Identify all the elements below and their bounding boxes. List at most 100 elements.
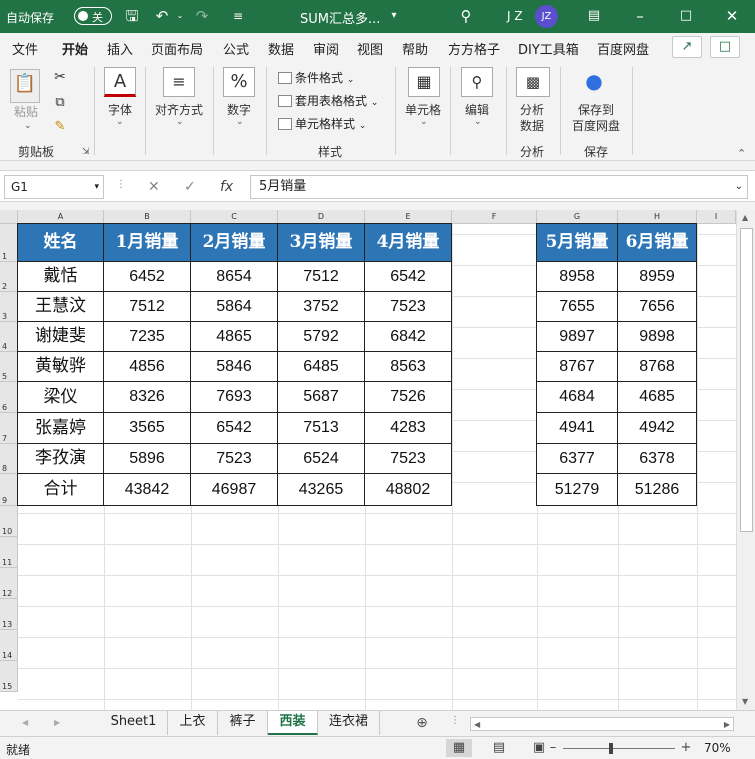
baidu-netdisk-icon[interactable]: ● <box>584 71 604 91</box>
value-cell[interactable]: 43842 <box>104 474 191 506</box>
table-format-button[interactable]: 套用表格格式 ⌄ <box>278 92 378 109</box>
name-cell[interactable]: 王慧汶 <box>18 292 104 322</box>
tab-help[interactable]: 帮助 <box>402 39 428 58</box>
value-cell[interactable]: 7523 <box>365 292 452 322</box>
number-label[interactable]: 数字 <box>227 101 251 118</box>
value-cell[interactable]: 8768 <box>618 352 697 382</box>
cell-styles-button[interactable]: 单元格样式 ⌄ <box>278 115 366 132</box>
value-cell[interactable]: 51286 <box>618 474 697 506</box>
edit-label[interactable]: 编辑 <box>465 101 489 118</box>
extra-sales-header-cell[interactable]: 5月销量 <box>537 224 618 262</box>
column-header-e[interactable]: E <box>365 210 452 224</box>
name-cell[interactable]: 梁仪 <box>18 382 104 413</box>
value-cell[interactable]: 7512 <box>278 262 365 292</box>
analyze-data-icon[interactable]: ▩ <box>516 67 550 97</box>
value-cell[interactable]: 6542 <box>365 262 452 292</box>
format-painter-icon[interactable]: ✎ <box>50 117 70 137</box>
name-cell[interactable]: 合计 <box>18 474 104 506</box>
value-cell[interactable]: 3752 <box>278 292 365 322</box>
avatar[interactable]: JZ <box>535 5 558 28</box>
value-cell[interactable]: 8958 <box>537 262 618 292</box>
value-cell[interactable]: 6842 <box>365 322 452 352</box>
expand-formula-icon[interactable]: ⌄ <box>735 176 743 198</box>
value-cell[interactable]: 4684 <box>537 382 618 413</box>
tab-page-layout[interactable]: 页面布局 <box>151 39 203 58</box>
sales-header-cell[interactable]: 4月销量 <box>365 224 452 262</box>
tab-file[interactable]: 文件 <box>12 39 38 58</box>
tab-insert[interactable]: 插入 <box>107 39 133 58</box>
value-cell[interactable]: 4942 <box>618 413 697 444</box>
value-cell[interactable]: 6524 <box>278 444 365 474</box>
column-header-h[interactable]: H <box>618 210 697 224</box>
value-cell[interactable]: 6452 <box>104 262 191 292</box>
customize-icon[interactable]: ≡ <box>228 6 248 26</box>
value-cell[interactable]: 7656 <box>618 292 697 322</box>
scroll-left-icon[interactable]: ◀ <box>474 720 480 729</box>
column-header-d[interactable]: D <box>278 210 365 224</box>
row-header-5[interactable]: 5 <box>0 352 18 382</box>
row-header-12[interactable]: 12 <box>0 568 18 599</box>
conditional-format-button[interactable]: 条件格式 ⌄ <box>278 69 354 86</box>
align-icon[interactable]: ≡ <box>163 67 195 97</box>
name-cell[interactable]: 张嘉婷 <box>18 413 104 444</box>
tab-data[interactable]: 数据 <box>268 39 294 58</box>
value-cell[interactable]: 9897 <box>537 322 618 352</box>
worksheet-grid[interactable]: A B C D E F G H I 1 2 3 4 5 6 7 8 9 10 11 12 13 14 15 姓名 1月销量 2月销量… <box>0 210 755 710</box>
close-icon[interactable]: ✕ <box>722 6 742 26</box>
row-header-7[interactable]: 7 <box>0 413 18 444</box>
scroll-up-icon[interactable]: ▲ <box>742 213 748 222</box>
analyze-label-2[interactable]: 数据 <box>520 117 544 134</box>
tab-home[interactable]: 开始 <box>62 39 89 64</box>
align-dropdown-icon[interactable]: ⌄ <box>176 117 184 127</box>
scroll-right-icon[interactable]: ▶ <box>724 720 730 729</box>
page-layout-view-icon[interactable]: ▤ <box>486 739 512 757</box>
value-cell[interactable]: 7513 <box>278 413 365 444</box>
value-cell[interactable]: 7235 <box>104 322 191 352</box>
value-cell[interactable]: 9898 <box>618 322 697 352</box>
collapse-ribbon-icon[interactable]: ⌃ <box>737 147 746 160</box>
value-cell[interactable]: 7693 <box>191 382 278 413</box>
edit-dropdown-icon[interactable]: ⌄ <box>474 117 482 127</box>
row-header-11[interactable]: 11 <box>0 537 18 568</box>
value-cell[interactable]: 48802 <box>365 474 452 506</box>
tab-view[interactable]: 视图 <box>357 39 383 58</box>
row-header-6[interactable]: 6 <box>0 382 18 413</box>
tab-review[interactable]: 审阅 <box>313 39 339 58</box>
name-cell[interactable]: 李孜演 <box>18 444 104 474</box>
confirm-icon[interactable]: ✓ <box>184 179 196 195</box>
value-cell[interactable]: 8959 <box>618 262 697 292</box>
search-icon[interactable]: ⚲ <box>456 6 476 26</box>
column-header-c[interactable]: C <box>191 210 278 224</box>
name-cell[interactable]: 谢婕斐 <box>18 322 104 352</box>
save-icon[interactable]: 🖫 <box>122 6 142 26</box>
comment-icon[interactable]: □ <box>710 36 740 58</box>
value-cell[interactable]: 6542 <box>191 413 278 444</box>
chevron-down-icon[interactable]: ▾ <box>94 176 99 198</box>
ribbon-display-icon[interactable]: ▤ <box>584 6 604 26</box>
value-cell[interactable]: 5792 <box>278 322 365 352</box>
zoom-out-icon[interactable]: – <box>545 739 561 757</box>
row-header-10[interactable]: 10 <box>0 506 18 537</box>
sheet-options-icon[interactable]: ⋮ <box>450 715 460 726</box>
horizontal-scrollbar[interactable]: ◀ ▶ <box>470 717 734 731</box>
row-header-15[interactable]: 15 <box>0 661 18 692</box>
value-cell[interactable]: 8326 <box>104 382 191 413</box>
tab-fangfang[interactable]: 方方格子 <box>448 39 500 58</box>
next-sheet-icon[interactable]: ▶ <box>54 718 60 727</box>
align-label[interactable]: 对齐方式 <box>155 101 203 118</box>
row-header-3[interactable]: 3 <box>0 292 18 322</box>
tab-diy-toolbox[interactable]: DIY工具箱 <box>518 39 579 58</box>
undo-icon[interactable]: ↶ <box>152 6 172 26</box>
redo-icon[interactable]: ↷ <box>192 6 212 26</box>
clipboard-launcher-icon[interactable]: ⇲ <box>82 147 90 157</box>
value-cell[interactable]: 6378 <box>618 444 697 474</box>
paste-dropdown-icon[interactable]: ⌄ <box>24 121 32 131</box>
insert-function-icon[interactable]: fx <box>220 179 233 195</box>
name-box[interactable]: G1 ▾ <box>4 175 104 199</box>
column-header-f[interactable]: F <box>452 210 537 224</box>
row-header-2[interactable]: 2 <box>0 262 18 292</box>
scroll-down-icon[interactable]: ▼ <box>742 697 748 706</box>
formula-input[interactable]: 5月销量 ⌄ <box>250 175 748 199</box>
row-header-4[interactable]: 4 <box>0 322 18 352</box>
value-cell[interactable]: 4685 <box>618 382 697 413</box>
